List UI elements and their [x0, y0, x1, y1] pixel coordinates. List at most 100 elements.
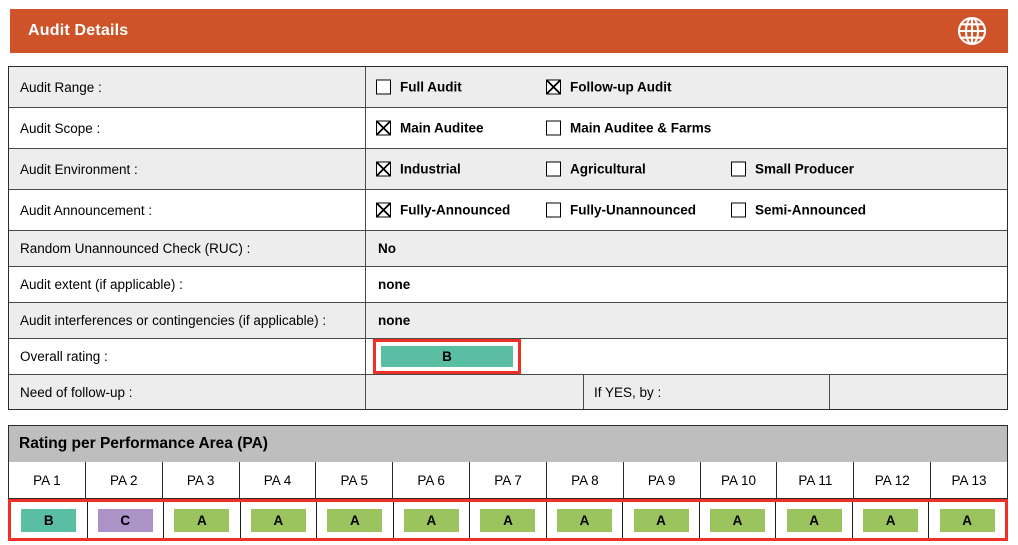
checkbox-checked-icon[interactable] — [546, 80, 561, 95]
checkbox-unchecked-icon[interactable] — [546, 121, 561, 136]
pa-rating-cell: A — [547, 502, 624, 538]
checkbox-unchecked-icon[interactable] — [731, 203, 746, 218]
checkbox-checked-icon[interactable] — [376, 121, 391, 136]
agricultural-label: Agricultural — [570, 162, 646, 177]
checkbox-checked-icon[interactable] — [376, 203, 391, 218]
overall-rating-highlight-box: B — [373, 339, 521, 374]
pa-rating-cell: C — [88, 502, 165, 538]
need-follow-up-label: Need of follow-up : — [9, 375, 366, 409]
page-title: Audit Details — [28, 22, 128, 40]
pa-12-rating-badge: A — [863, 509, 918, 532]
pa-2-header: PA 2 — [86, 462, 163, 498]
table-row-audit-interferences: Audit interferences or contingencies (if… — [9, 303, 1007, 339]
main-auditee-farms-label: Main Auditee & Farms — [570, 121, 711, 136]
audit-scope-values: Main Auditee Main Auditee & Farms — [366, 108, 1007, 148]
full-audit-option[interactable]: Full Audit — [376, 80, 462, 95]
table-row-overall-rating: Overall rating : B — [9, 339, 1007, 375]
pa-rating-cell: A — [470, 502, 547, 538]
pa-4-header: PA 4 — [240, 462, 317, 498]
audit-announcement-label: Audit Announcement : — [9, 190, 366, 230]
table-row-ruc: Random Unannounced Check (RUC) : No — [9, 231, 1007, 267]
pa-12-header: PA 12 — [854, 462, 931, 498]
pa-9-rating-badge: A — [634, 509, 689, 532]
checkbox-unchecked-icon[interactable] — [546, 203, 561, 218]
checkbox-checked-icon[interactable] — [376, 162, 391, 177]
audit-scope-label: Audit Scope : — [9, 108, 366, 148]
agricultural-option[interactable]: Agricultural — [546, 162, 646, 177]
small-producer-option[interactable]: Small Producer — [731, 162, 854, 177]
need-follow-up-value-cell — [366, 375, 584, 409]
fully-unannounced-label: Fully-Unannounced — [570, 203, 696, 218]
table-row-audit-announcement: Audit Announcement : Fully-Announced Ful… — [9, 190, 1007, 231]
pa-2-rating-badge: C — [98, 509, 153, 532]
audit-details-header: Audit Details — [10, 9, 1008, 53]
need-follow-up-cells: If YES, by : — [366, 375, 1007, 409]
audit-range-values: Full Audit Follow-up Audit — [366, 67, 1007, 107]
follow-up-audit-option[interactable]: Follow-up Audit — [546, 80, 671, 95]
semi-announced-option[interactable]: Semi-Announced — [731, 203, 866, 218]
pa-section-header: Rating per Performance Area (PA) — [8, 425, 1008, 463]
pa-6-header: PA 6 — [393, 462, 470, 498]
full-audit-label: Full Audit — [400, 80, 462, 95]
small-producer-label: Small Producer — [755, 162, 854, 177]
overall-rating-badge: B — [381, 346, 513, 367]
main-auditee-farms-option[interactable]: Main Auditee & Farms — [546, 121, 711, 136]
checkbox-unchecked-icon[interactable] — [546, 162, 561, 177]
pa-6-rating-badge: A — [404, 509, 459, 532]
ruc-value: No — [366, 241, 396, 256]
checkbox-unchecked-icon[interactable] — [376, 80, 391, 95]
pa-section-title: Rating per Performance Area (PA) — [19, 435, 268, 453]
audit-interferences-value: none — [366, 313, 410, 328]
fully-announced-label: Fully-Announced — [400, 203, 510, 218]
audit-details-table: Audit Range : Full Audit Follow-up Audit… — [8, 66, 1008, 410]
pa-rating-cell: A — [317, 502, 394, 538]
pa-7-rating-badge: A — [480, 509, 535, 532]
main-auditee-option[interactable]: Main Auditee — [376, 121, 484, 136]
pa-8-rating-badge: A — [557, 509, 612, 532]
overall-rating-value-cell: B — [366, 339, 1007, 374]
table-row-audit-environment: Audit Environment : Industrial Agricultu… — [9, 149, 1007, 190]
pa-rating-cell: A — [700, 502, 777, 538]
pa-rating-cell: A — [623, 502, 700, 538]
pa-9-header: PA 9 — [624, 462, 701, 498]
pa-1-rating-badge: B — [21, 509, 76, 532]
pa-column-header-row: PA 1 PA 2 PA 3 PA 4 PA 5 PA 6 PA 7 PA 8 … — [8, 462, 1008, 499]
if-yes-by-value-cell — [830, 375, 1007, 409]
audit-environment-values: Industrial Agricultural Small Producer — [366, 149, 1007, 189]
main-auditee-label: Main Auditee — [400, 121, 484, 136]
audit-environment-label: Audit Environment : — [9, 149, 366, 189]
pa-10-rating-badge: A — [710, 509, 765, 532]
overall-rating-label: Overall rating : — [9, 339, 366, 374]
pa-13-header: PA 13 — [931, 462, 1007, 498]
pa-rating-cell: A — [241, 502, 318, 538]
pa-ratings-row-highlighted: B C A A A A A A A A A A A — [8, 499, 1008, 541]
checkbox-unchecked-icon[interactable] — [731, 162, 746, 177]
pa-rating-cell: A — [394, 502, 471, 538]
table-row-audit-extent: Audit extent (if applicable) : none — [9, 267, 1007, 303]
pa-rating-cell: A — [164, 502, 241, 538]
industrial-label: Industrial — [400, 162, 461, 177]
pa-rating-cell: B — [11, 502, 88, 538]
audit-interferences-label: Audit interferences or contingencies (if… — [9, 303, 366, 338]
pa-8-header: PA 8 — [547, 462, 624, 498]
table-row-need-of-follow-up: Need of follow-up : If YES, by : — [9, 375, 1007, 409]
fully-announced-option[interactable]: Fully-Announced — [376, 203, 510, 218]
fully-unannounced-option[interactable]: Fully-Unannounced — [546, 203, 696, 218]
ruc-label: Random Unannounced Check (RUC) : — [9, 231, 366, 266]
follow-up-audit-label: Follow-up Audit — [570, 80, 671, 95]
pa-rating-cell: A — [929, 502, 1005, 538]
pa-7-header: PA 7 — [470, 462, 547, 498]
pa-10-header: PA 10 — [701, 462, 778, 498]
table-row-audit-range: Audit Range : Full Audit Follow-up Audit — [9, 67, 1007, 108]
pa-4-rating-badge: A — [251, 509, 306, 532]
audit-extent-value: none — [366, 277, 410, 292]
pa-13-rating-badge: A — [940, 509, 995, 532]
pa-11-header: PA 11 — [777, 462, 854, 498]
pa-rating-cell: A — [776, 502, 853, 538]
industrial-option[interactable]: Industrial — [376, 162, 461, 177]
semi-announced-label: Semi-Announced — [755, 203, 866, 218]
audit-announcement-values: Fully-Announced Fully-Unannounced Semi-A… — [366, 190, 1007, 230]
globe-icon[interactable] — [956, 15, 988, 47]
if-yes-by-label: If YES, by : — [584, 375, 830, 409]
pa-11-rating-badge: A — [787, 509, 842, 532]
